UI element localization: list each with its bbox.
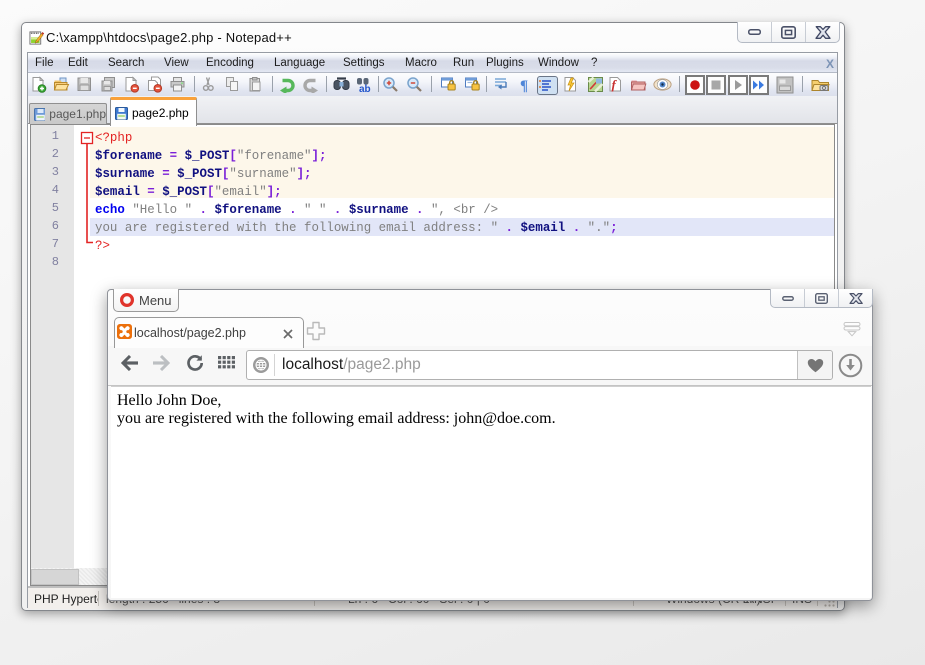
svg-text:ab: ab [359,84,371,93]
svg-text:¶: ¶ [520,78,528,93]
